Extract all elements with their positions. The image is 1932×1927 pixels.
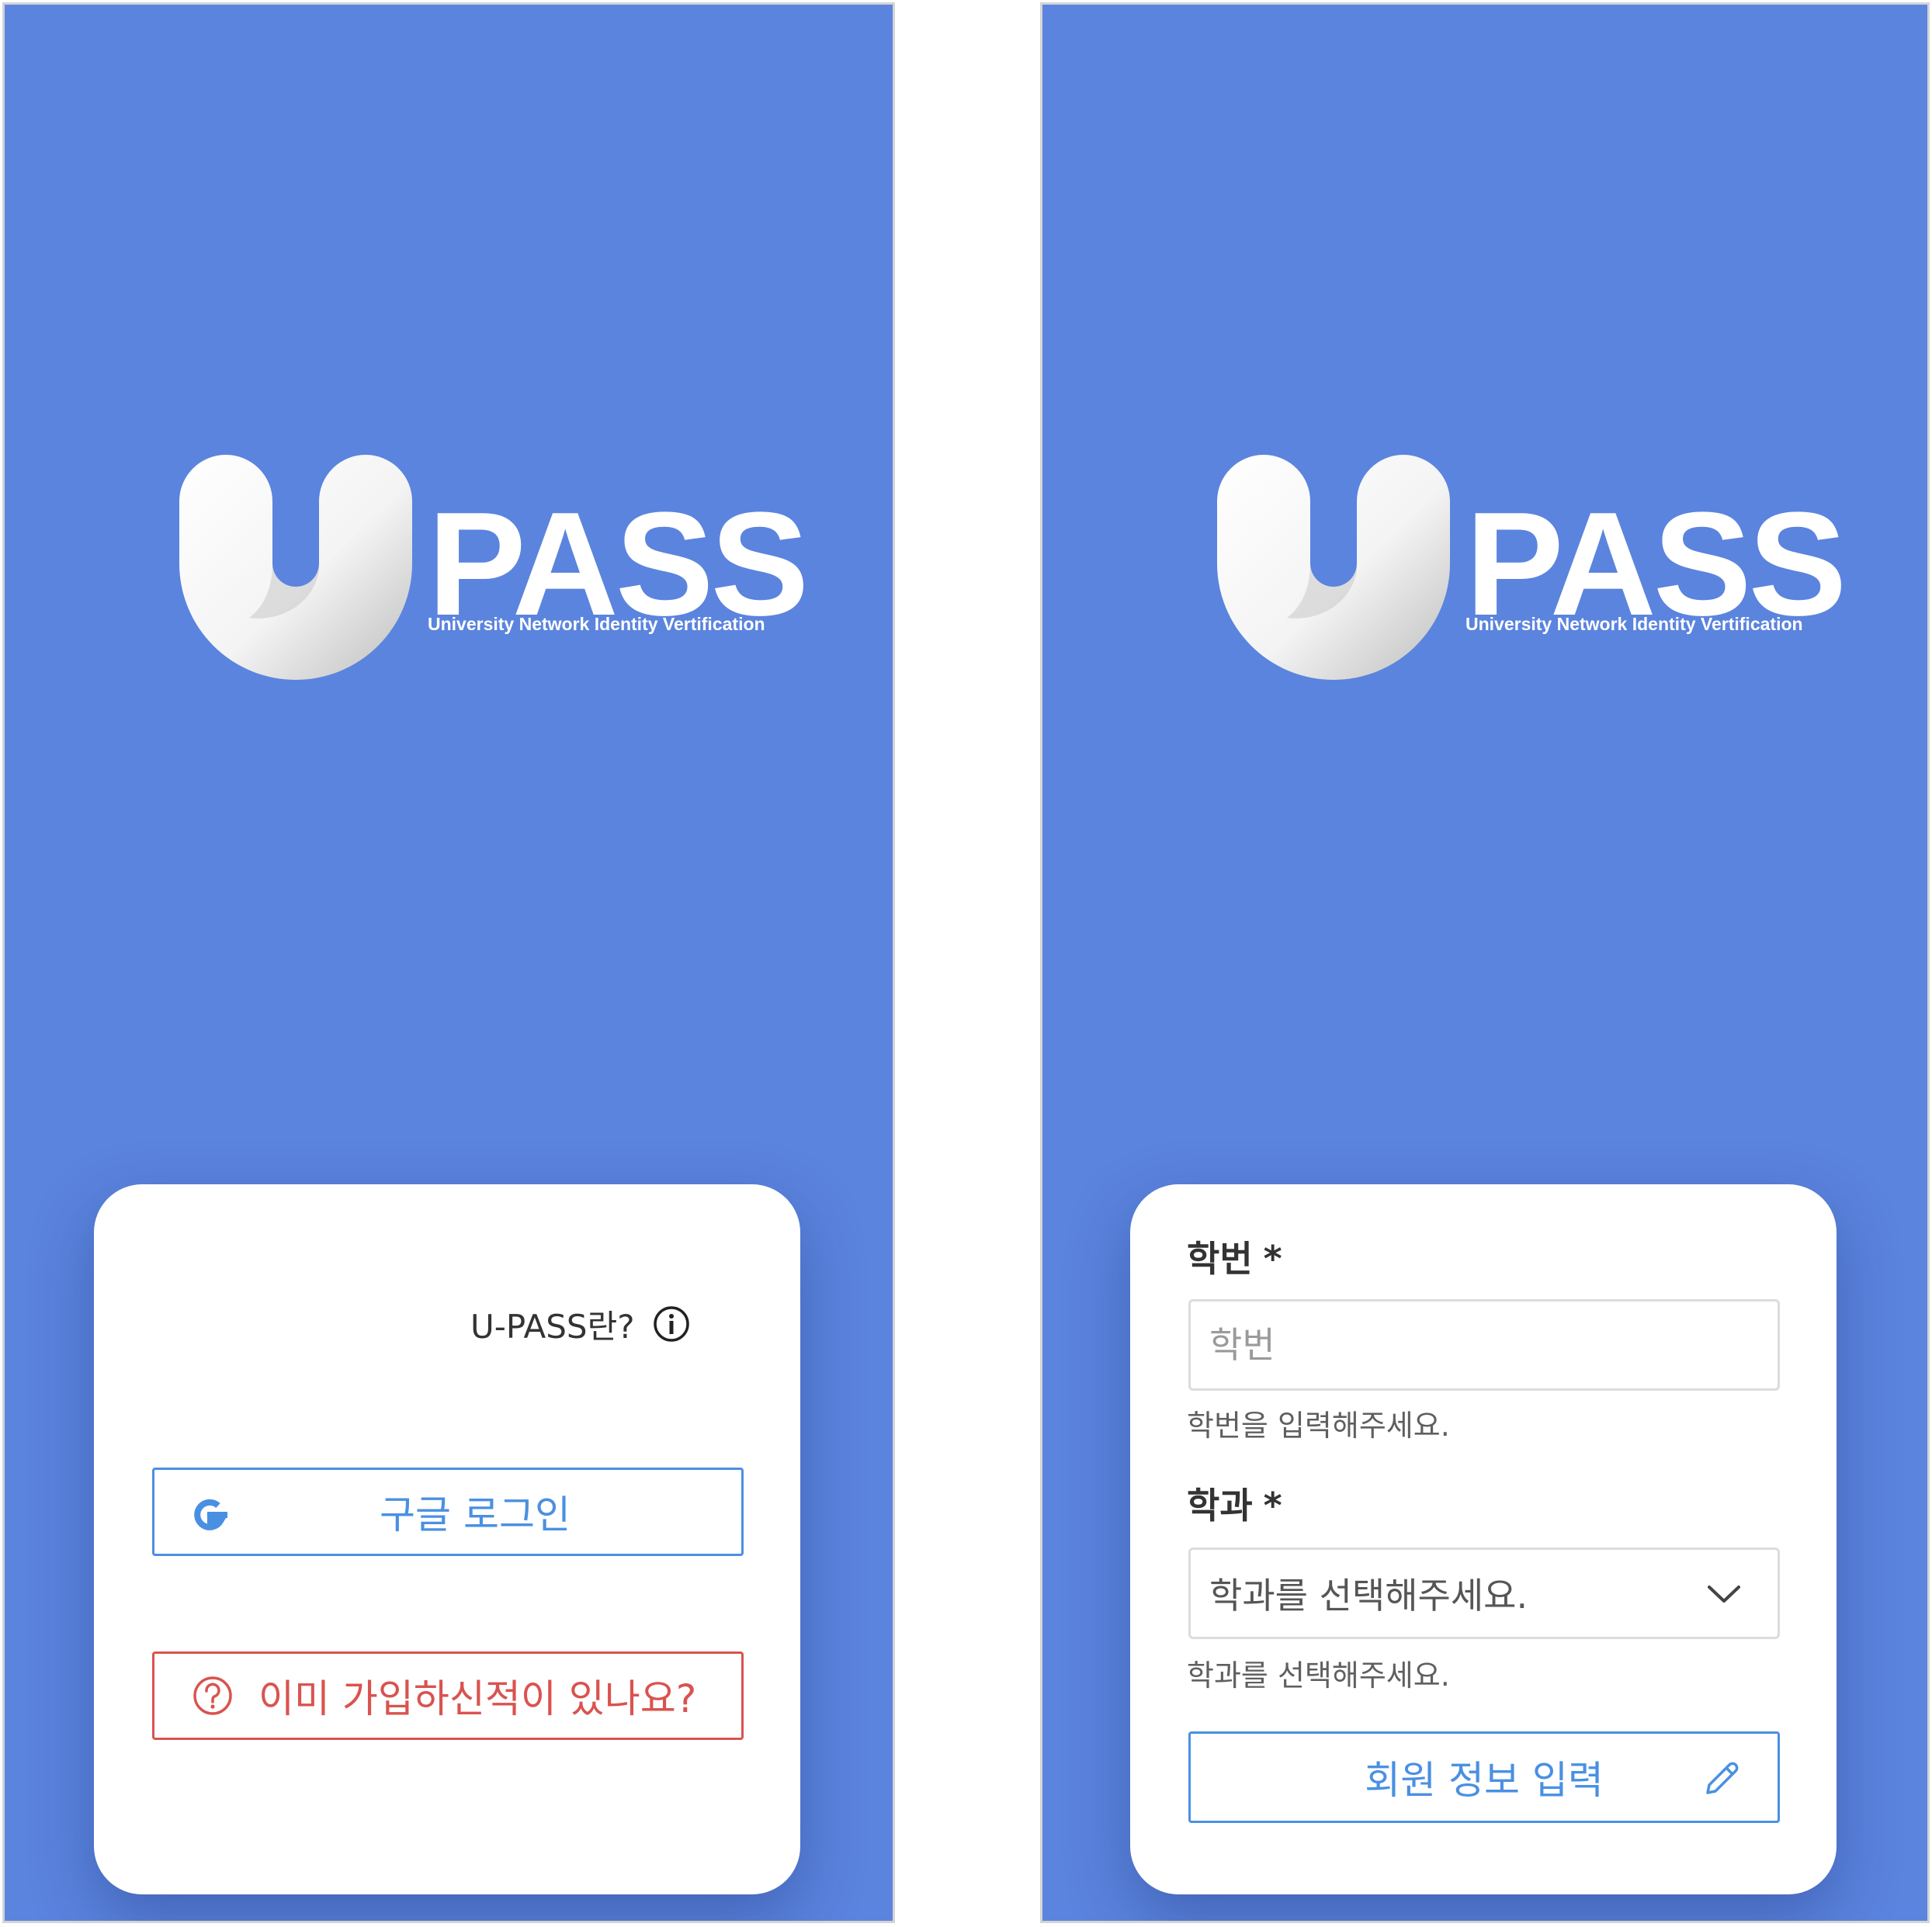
google-login-label: 구글 로그인 xyxy=(380,1492,571,1537)
student-id-input[interactable] xyxy=(1188,1299,1780,1391)
about-upass-link[interactable]: U-PASS란? xyxy=(470,1301,691,1347)
google-icon xyxy=(194,1499,227,1530)
department-label-text: 학과 xyxy=(1187,1485,1253,1527)
u-logo-icon xyxy=(1217,455,1450,680)
upass-logo: PASS University Network Identity Vertifi… xyxy=(179,455,809,688)
submit-member-info-button[interactable]: 회원 정보 입력 xyxy=(1188,1731,1780,1823)
student-id-helper: 학번을 입력해주세요. xyxy=(1187,1409,1450,1443)
required-mark: * xyxy=(1263,1485,1282,1527)
signup-screen: PASS University Network Identity Vertifi… xyxy=(1040,2,1930,1923)
google-login-button[interactable]: 구글 로그인 xyxy=(152,1468,744,1556)
u-logo-icon xyxy=(179,455,412,680)
department-label: 학과 * xyxy=(1187,1478,1282,1529)
required-mark: * xyxy=(1263,1238,1282,1280)
question-circle-icon xyxy=(193,1676,232,1715)
already-registered-label: 이미 가입하신적이 있나요? xyxy=(258,1676,697,1721)
logo-tagline: University Network Identity Vertificatio… xyxy=(428,614,765,634)
info-icon xyxy=(653,1306,689,1342)
about-upass-label: U-PASS란? xyxy=(470,1307,635,1346)
student-id-label: 학번 * xyxy=(1187,1231,1282,1282)
upass-logo: PASS University Network Identity Vertifi… xyxy=(1217,455,1847,688)
department-select-value: 학과를 선택해주세요. xyxy=(1209,1575,1528,1617)
student-id-label-text: 학번 xyxy=(1187,1238,1253,1280)
chevron-down-icon xyxy=(1708,1586,1740,1603)
pencil-icon xyxy=(1706,1762,1739,1794)
already-registered-button[interactable]: 이미 가입하신적이 있나요? xyxy=(152,1651,744,1740)
signup-card: 학번* 학번을 입력해주세요. 학과* 학과를 선택해주세요. 학과를 선택해주… xyxy=(1130,1184,1837,1894)
department-select[interactable]: 학과를 선택해주세요. xyxy=(1188,1547,1780,1639)
logo-tagline: University Network Identity Vertificatio… xyxy=(1465,614,1803,634)
submit-member-info-label: 회원 정보 입력 xyxy=(1365,1758,1604,1803)
login-card: U-PASS란? 구글 로그인 이미 가입하신적이 있나요? xyxy=(94,1184,800,1894)
department-helper: 학과를 선택해주세요. xyxy=(1187,1658,1450,1693)
login-screen: PASS University Network Identity Vertifi… xyxy=(2,2,895,1923)
